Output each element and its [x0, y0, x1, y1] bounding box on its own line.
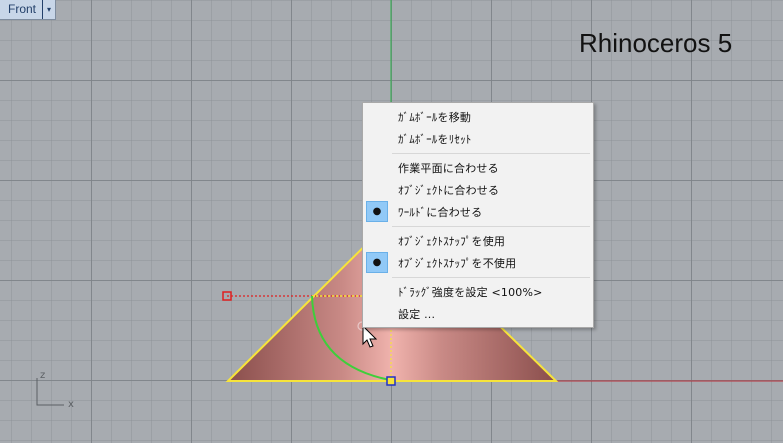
- menu-item-label: ｶﾞﾑﾎﾞｰﾙをﾘｾｯﾄ: [398, 132, 472, 146]
- viewport-menu-arrow-icon[interactable]: ▾: [42, 0, 55, 19]
- menu-item-align-cplane[interactable]: 作業平面に合わせる: [363, 157, 593, 178]
- menu-item-label: 作業平面に合わせる: [398, 161, 499, 175]
- menu-item-label: ﾄﾞﾗｯｸﾞ強度を設定 <100%>: [398, 285, 543, 299]
- menu-item-label: 設定 ...: [398, 307, 436, 321]
- menu-item-move-gumball[interactable]: ｶﾞﾑﾎﾞｰﾙを移動: [363, 106, 593, 127]
- menu-item-use-object-snap[interactable]: ｵﾌﾞｼﾞｪｸﾄｽﾅｯﾌﾟを使用: [363, 230, 593, 251]
- menu-separator: [392, 226, 590, 227]
- menu-item-drag-strength[interactable]: ﾄﾞﾗｯｸﾞ強度を設定 <100%>: [363, 281, 593, 302]
- menu-item-disable-object-snap[interactable]: ● ｵﾌﾞｼﾞｪｸﾄｽﾅｯﾌﾟを不使用: [363, 252, 593, 273]
- menu-item-align-object[interactable]: ｵﾌﾞｼﾞｪｸﾄに合わせる: [363, 179, 593, 200]
- viewport-title[interactable]: Front: [0, 0, 42, 19]
- menu-item-label: ｶﾞﾑﾎﾞｰﾙを移動: [398, 110, 472, 124]
- menu-item-label: ﾜｰﾙﾄﾞに合わせる: [398, 205, 483, 219]
- axis-z-label: z: [40, 370, 46, 381]
- check-bullet-icon: ●: [366, 252, 388, 273]
- gumball-origin-handle[interactable]: [386, 376, 396, 386]
- app-watermark: Rhinoceros 5: [579, 28, 733, 58]
- menu-item-align-world[interactable]: ● ﾜｰﾙﾄﾞに合わせる: [363, 201, 593, 222]
- axis-x-label: x: [68, 399, 74, 410]
- gumball-context-menu: ｶﾞﾑﾎﾞｰﾙを移動 ｶﾞﾑﾎﾞｰﾙをﾘｾｯﾄ 作業平面に合わせる ｵﾌﾞｼﾞｪ…: [362, 102, 594, 328]
- menu-separator: [392, 277, 590, 278]
- menu-item-label: ｵﾌﾞｼﾞｪｸﾄｽﾅｯﾌﾟを不使用: [398, 256, 517, 270]
- menu-item-label: ｵﾌﾞｼﾞｪｸﾄｽﾅｯﾌﾟを使用: [398, 234, 506, 248]
- axis-indicator-icon: [36, 378, 64, 406]
- menu-item-settings[interactable]: 設定 ...: [363, 303, 593, 324]
- menu-item-label: ｵﾌﾞｼﾞｪｸﾄに合わせる: [398, 183, 500, 197]
- viewport-title-tab[interactable]: Front ▾: [0, 0, 57, 20]
- menu-item-reset-gumball[interactable]: ｶﾞﾑﾎﾞｰﾙをﾘｾｯﾄ: [363, 128, 593, 149]
- check-bullet-icon: ●: [366, 201, 388, 222]
- menu-separator: [392, 153, 590, 154]
